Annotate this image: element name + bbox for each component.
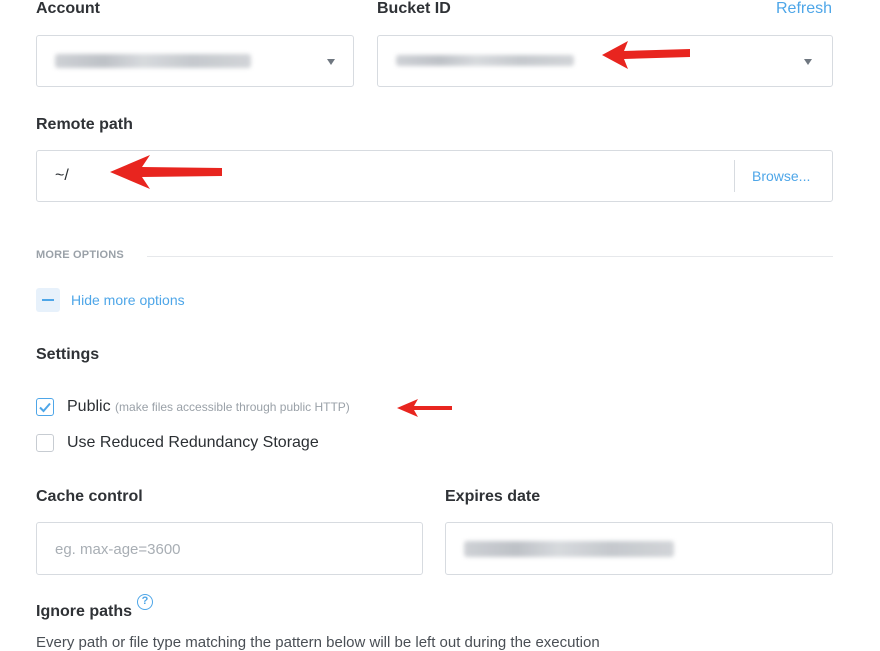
minus-icon <box>42 299 54 301</box>
chevron-down-icon <box>327 59 335 65</box>
annotation-arrow-icon <box>397 399 452 417</box>
rrs-label: Use Reduced Redundancy Storage <box>67 434 319 451</box>
divider <box>734 160 735 192</box>
ignore-paths-label: Ignore paths <box>36 603 133 620</box>
public-label: Public <box>67 398 111 415</box>
bucket-value-redacted <box>396 55 574 66</box>
cache-control-placeholder: eg. max-age=3600 <box>55 541 181 558</box>
public-hint: (make files accessible through public HT… <box>115 400 350 414</box>
public-checkbox[interactable] <box>36 398 54 416</box>
expires-value-redacted <box>464 541 674 557</box>
expires-label: Expires date <box>445 488 541 505</box>
account-label: Account <box>36 0 100 17</box>
more-options-heading: MORE OPTIONS <box>36 249 124 261</box>
checkmark-icon <box>39 402 51 413</box>
cache-control-label: Cache control <box>36 488 143 505</box>
remote-path-label: Remote path <box>36 116 133 133</box>
annotation-arrow-icon <box>110 155 222 189</box>
expires-date-field[interactable] <box>445 522 833 575</box>
account-select[interactable] <box>36 35 354 87</box>
hide-more-options-link[interactable]: Hide more options <box>71 292 185 308</box>
bucket-label: Bucket ID <box>377 0 451 17</box>
ignore-paths-description: Every path or file type matching the pat… <box>36 634 600 651</box>
divider <box>147 256 833 257</box>
public-option: Public (make files accessible through pu… <box>67 398 350 416</box>
refresh-link[interactable]: Refresh <box>776 0 832 18</box>
account-value-redacted <box>55 54 251 68</box>
remote-path-value: ~/ <box>55 167 69 184</box>
annotation-arrow-icon <box>602 41 690 69</box>
settings-heading: Settings <box>36 346 100 363</box>
collapse-toggle[interactable] <box>36 288 60 312</box>
help-icon[interactable]: ? <box>137 594 153 610</box>
cache-control-field[interactable]: eg. max-age=3600 <box>36 522 423 575</box>
chevron-down-icon <box>804 59 812 65</box>
rrs-checkbox[interactable] <box>36 434 54 452</box>
browse-button[interactable]: Browse... <box>752 168 810 184</box>
